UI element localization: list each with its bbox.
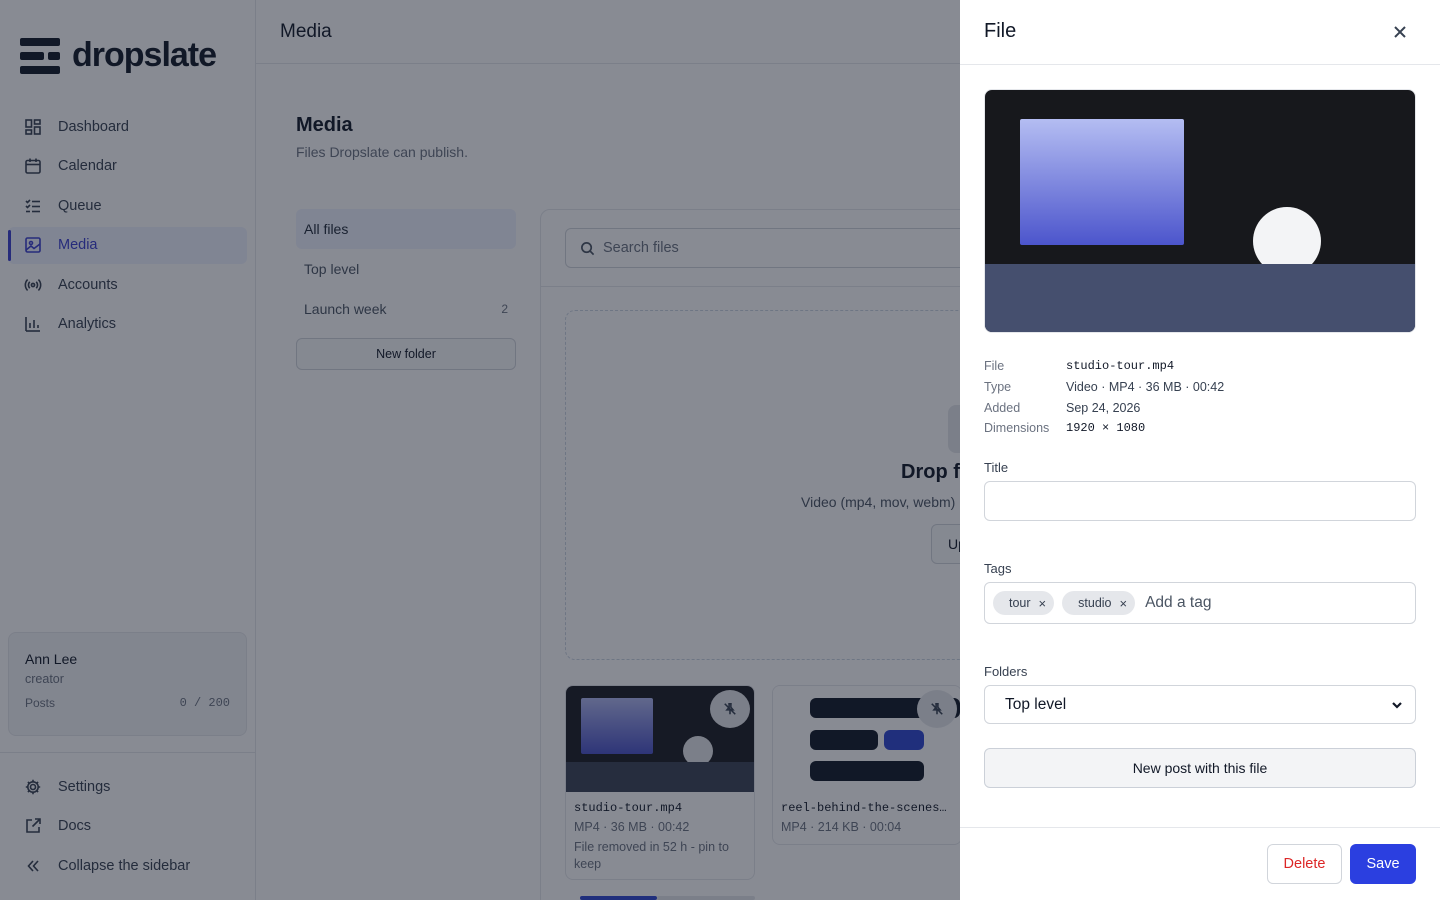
- meta-row-file: File studio-tour.mp4: [984, 356, 1224, 377]
- title-input[interactable]: [984, 481, 1416, 521]
- tag-label: tour: [1009, 596, 1031, 610]
- file-preview: [984, 89, 1416, 333]
- title-label: Title: [984, 460, 1009, 475]
- meta-value: Sep 24, 2026: [1066, 400, 1141, 415]
- new-post-button[interactable]: New post with this file: [984, 748, 1416, 788]
- tag-chip: tour ×: [993, 591, 1055, 615]
- close-icon: [1394, 26, 1406, 38]
- meta-value: studio-tour.mp4: [1066, 359, 1175, 374]
- save-button[interactable]: Save: [1350, 844, 1416, 884]
- close-button[interactable]: [1384, 16, 1416, 48]
- meta-row-dimensions: Dimensions 1920 × 1080: [984, 418, 1224, 439]
- file-details-drawer: File File studio-tour.mp4 Type Video · M…: [960, 0, 1440, 900]
- meta-row-added: Added Sep 24, 2026: [984, 397, 1224, 418]
- modal-backdrop[interactable]: [0, 0, 960, 900]
- file-meta: File studio-tour.mp4 Type Video · MP4 · …: [984, 356, 1224, 439]
- meta-key: Dimensions: [984, 421, 1050, 436]
- folder-select-value: Top level: [1005, 695, 1067, 713]
- meta-key: File: [984, 359, 1005, 374]
- folders-label: Folders: [984, 664, 1028, 679]
- tags-label: Tags: [984, 561, 1012, 576]
- tag-chip: studio ×: [1062, 591, 1136, 615]
- add-tag-field[interactable]: [1145, 594, 1306, 612]
- meta-key: Added: [984, 400, 1021, 415]
- remove-tag-icon[interactable]: ×: [1039, 596, 1047, 611]
- meta-value: Video · MP4 · 36 MB · 00:42: [1066, 380, 1225, 395]
- delete-button[interactable]: Delete: [1267, 844, 1342, 884]
- meta-value: 1920 × 1080: [1066, 421, 1146, 436]
- meta-row-type: Type Video · MP4 · 36 MB · 00:42: [984, 377, 1224, 398]
- chevron-down-icon: [1392, 701, 1402, 709]
- drawer-title: File: [984, 20, 1017, 42]
- meta-key: Type: [984, 380, 1012, 395]
- drawer-header: File: [960, 0, 1440, 65]
- folder-select[interactable]: Top level: [984, 685, 1416, 724]
- remove-tag-icon[interactable]: ×: [1120, 596, 1128, 611]
- tags-input[interactable]: tour × studio ×: [984, 582, 1416, 624]
- tag-label: studio: [1078, 596, 1112, 610]
